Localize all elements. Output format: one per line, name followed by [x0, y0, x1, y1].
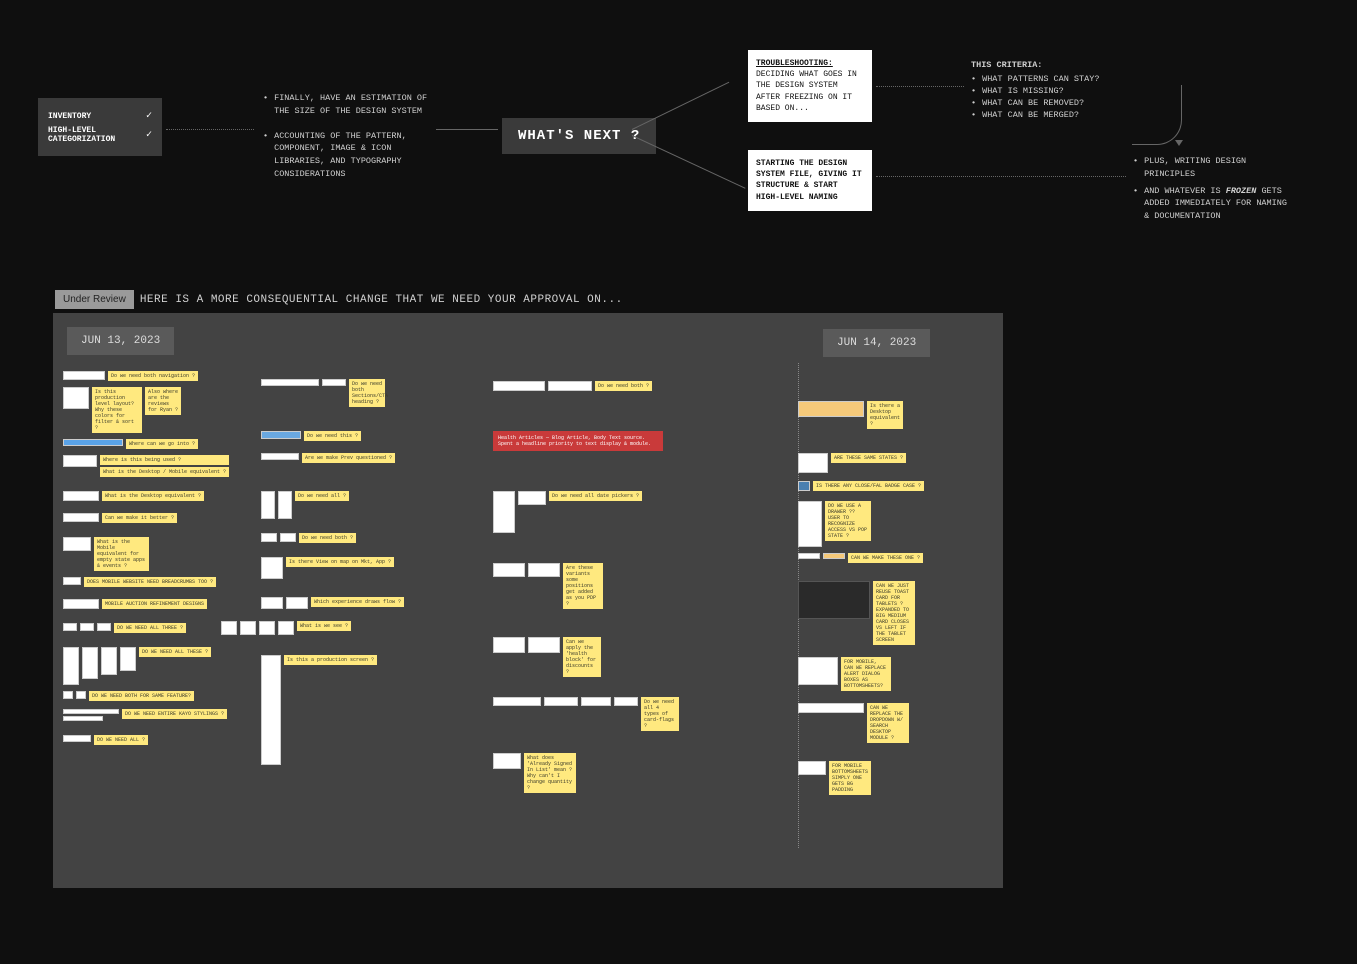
sticky-note[interactable]: Is this production level layout? Why the…	[92, 387, 142, 433]
checklist-label: INVENTORY	[48, 112, 91, 121]
sticky-note[interactable]: DO WE NEED ALL ?	[94, 735, 148, 745]
sticky-note[interactable]: Is this a production screen ?	[284, 655, 377, 665]
sticky-note[interactable]: CAN WE REPLACE THE DROPDOWN W/ SEARCH DE…	[867, 703, 909, 743]
sticky-note[interactable]: Is there a Desktop equivalent ?	[867, 401, 903, 429]
arrow-curve	[1132, 85, 1182, 145]
flow-diagram: INVENTORY ✓ HIGH-LEVEL CATEGORIZATION ✓ …	[38, 50, 1319, 280]
sticky-note[interactable]: Are we make Prev questioned ?	[302, 453, 395, 463]
criteria-item: WHAT IS MISSING?	[982, 86, 1064, 96]
bullet-text: PLUS, WRITING DESIGN PRINCIPLES	[1144, 155, 1293, 181]
checklist-label: HIGH-LEVEL CATEGORIZATION	[48, 126, 133, 144]
sticky-note[interactable]: Which experience draws flow ?	[311, 597, 404, 607]
connector	[632, 135, 746, 189]
sticky-note[interactable]: Do we need all 4 types of card-flags ?	[641, 697, 679, 731]
bullet-text: AND WHATEVER IS FROZEN GETS ADDED IMMEDI…	[1144, 185, 1293, 223]
sticky-note[interactable]: CAN WE JUST REUSE TOAST CARD FOR TABLETS…	[873, 581, 915, 645]
sticky-note-red[interactable]: Health Articles — Blog Article, Body Tex…	[493, 431, 663, 451]
connector	[436, 129, 498, 130]
trouble-body: DECIDING WHAT GOES IN THE DESIGN SYSTEM …	[756, 70, 857, 113]
sticky-note[interactable]: Do we need both navigation ?	[108, 371, 198, 381]
sticky-note[interactable]: Do we need all ?	[295, 491, 349, 501]
sticky-note[interactable]: DO WE NEED ALL THREE ?	[114, 623, 186, 633]
date-tag-1: JUN 13, 2023	[67, 327, 174, 355]
sticky-note[interactable]: CAN WE MAKE THESE ONE ?	[848, 553, 923, 563]
sticky-note[interactable]: ARE THESE SAME STATES ?	[831, 453, 906, 463]
sticky-note[interactable]: What is the Desktop equivalent ?	[102, 491, 204, 501]
sticky-note[interactable]: FOR MOBILE, CAN WE REPLACE ALERT DIALOG …	[841, 657, 891, 691]
sticky-note[interactable]: Do we need both Sections/CTA heading ?	[349, 379, 385, 407]
date-tag-2: JUN 14, 2023	[823, 329, 930, 357]
checklist-row: HIGH-LEVEL CATEGORIZATION ✓	[48, 126, 152, 144]
criteria-item: WHAT PATTERNS CAN STAY?	[982, 74, 1099, 84]
sticky-note[interactable]: DO WE NEED ENTIRE KAYO STYLINGS ?	[122, 709, 227, 719]
connector	[632, 82, 730, 130]
sticky-note[interactable]: DO WE NEED BOTH FOR SAME FEATURE?	[89, 691, 194, 701]
bullet-text: ACCOUNTING OF THE PATTERN, COMPONENT, IM…	[274, 130, 433, 181]
checklist-box: INVENTORY ✓ HIGH-LEVEL CATEGORIZATION ✓	[38, 98, 162, 156]
starting-box: STARTING THE DESIGN SYSTEM FILE, GIVING …	[748, 150, 872, 211]
sticky-note[interactable]: Is there View on map on Mkt, App ?	[286, 557, 394, 567]
check-icon: ✓	[146, 129, 152, 141]
review-banner: Under Review HERE IS A MORE CONSEQUENTIA…	[55, 290, 623, 309]
cluster-col2: Do we need both Sections/CTA heading ? D…	[261, 379, 404, 771]
sticky-note[interactable]: DO WE NEED ALL THESE ?	[139, 647, 211, 657]
check-icon: ✓	[146, 110, 152, 122]
review-text: HERE IS A MORE CONSEQUENTIAL CHANGE THAT…	[140, 294, 623, 306]
sticky-note[interactable]: What is the Mobile equivalent for empty …	[94, 537, 149, 571]
cluster-col1: Do we need both navigation ? Is this pro…	[63, 371, 229, 751]
criteria-item: WHAT CAN BE MERGED?	[982, 110, 1079, 120]
criteria-list: THIS CRITERIA: •WHAT PATTERNS CAN STAY? …	[971, 60, 1141, 122]
sticky-note[interactable]: Do we need both ?	[595, 381, 652, 391]
sticky-note[interactable]: MOBILE AUCTION REFINEMENT DESIGNS	[102, 599, 207, 609]
sticky-note[interactable]: Can we apply the 'health block' for disc…	[563, 637, 601, 677]
sticky-note[interactable]: Do we need both ?	[299, 533, 356, 543]
connector	[876, 86, 964, 87]
sticky-note[interactable]: Do we need this ?	[304, 431, 361, 441]
bullets-principles: •PLUS, WRITING DESIGN PRINCIPLES •AND WH…	[1133, 155, 1293, 227]
sticky-note[interactable]: What is the Desktop / Mobile equivalent …	[100, 467, 229, 477]
sticky-note[interactable]: IS THERE ANY CLOSE/FAL BADGE CASE ?	[813, 481, 924, 491]
review-board[interactable]: JUN 13, 2023 JUN 14, 2023 Do we need bot…	[53, 313, 1003, 888]
troubleshooting-box: TROUBLESHOOTING: DECIDING WHAT GOES IN T…	[748, 50, 872, 122]
sticky-note[interactable]: What is we see ?	[297, 621, 351, 631]
sticky-note[interactable]: DO WE USE A DRAWER ?? USER TO RECOGNIZE …	[825, 501, 871, 541]
sticky-note[interactable]: Also where are the reviews for Ryan ?	[145, 387, 181, 415]
criteria-title: THIS CRITERIA:	[971, 60, 1141, 70]
sticky-note[interactable]: Are these variants some positions get ad…	[563, 563, 603, 609]
cluster-col3: Do we need both ? Health Articles — Blog…	[493, 381, 679, 799]
bullets-estimation: •FINALLY, HAVE AN ESTIMATION OF THE SIZE…	[263, 92, 433, 193]
arrow-head-icon	[1175, 140, 1183, 146]
cluster-col4: Is there a Desktop equivalent ? ARE THES…	[798, 401, 924, 801]
sticky-note[interactable]: Do we need all date pickers ?	[549, 491, 642, 501]
sticky-note[interactable]: Can we make it better ?	[102, 513, 177, 523]
under-review-badge: Under Review	[55, 290, 134, 309]
sticky-note[interactable]: DOES MOBILE WEBSITE NEED BREADCRUMBS TOO…	[84, 577, 216, 587]
sticky-note[interactable]: Where is this being used ?	[100, 455, 229, 465]
trouble-title: TROUBLESHOOTING:	[756, 59, 833, 68]
criteria-item: WHAT CAN BE REMOVED?	[982, 98, 1084, 108]
connector	[166, 129, 254, 130]
checklist-row: INVENTORY ✓	[48, 110, 152, 122]
sticky-note[interactable]: FOR MOBILE BOTTOMSHEETS SIMPLY ONE GETS …	[829, 761, 871, 795]
bullet-text: FINALLY, HAVE AN ESTIMATION OF THE SIZE …	[274, 92, 433, 118]
sticky-note[interactable]: Where can we go into ?	[126, 439, 198, 449]
sticky-note[interactable]: What does 'Already Signed In List' mean …	[524, 753, 576, 793]
connector	[876, 176, 1126, 177]
